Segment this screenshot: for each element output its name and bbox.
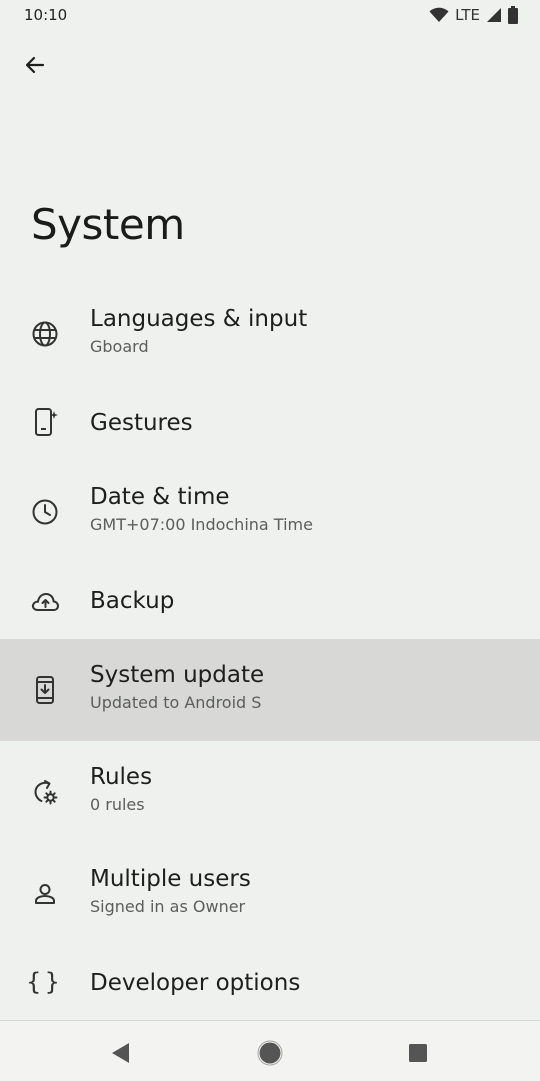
- battery-icon: [508, 6, 518, 24]
- person-icon: [30, 879, 60, 909]
- braces-icon: {}: [26, 968, 64, 996]
- settings-item-title: Developer options: [90, 970, 301, 996]
- settings-item-gestures[interactable]: Gestures: [0, 385, 540, 461]
- settings-item-backup[interactable]: Backup: [0, 563, 540, 639]
- settings-item-date-time[interactable]: Date & time GMT+07:00 Indochina Time: [0, 461, 540, 563]
- page-title: System: [31, 200, 185, 249]
- nav-home-button[interactable]: [252, 1035, 288, 1071]
- status-time: 10:10: [24, 6, 68, 24]
- status-bar: 10:10 LTE: [0, 0, 540, 32]
- nav-back-icon: [112, 1043, 129, 1063]
- navigation-bar: [0, 1020, 540, 1081]
- signal-icon: [487, 8, 501, 22]
- wifi-icon: [429, 7, 449, 22]
- settings-list: Languages & input Gboard Gestures Date &…: [0, 283, 540, 1021]
- settings-item-subtitle: GMT+07:00 Indochina Time: [90, 515, 313, 534]
- status-icons: LTE: [429, 5, 518, 25]
- settings-item-text: Gestures: [90, 409, 193, 437]
- settings-item-languages[interactable]: Languages & input Gboard: [0, 283, 540, 385]
- settings-item-text: System update Updated to Android S: [90, 661, 264, 714]
- rules-icon: [30, 777, 60, 807]
- settings-item-text: Date & time GMT+07:00 Indochina Time: [90, 483, 313, 536]
- settings-item-developer-options[interactable]: {} Developer options: [0, 945, 540, 1021]
- settings-item-text: Languages & input Gboard: [90, 305, 307, 358]
- gestures-icon: [30, 407, 60, 437]
- settings-item-title: Languages & input: [90, 306, 308, 332]
- settings-item-title: Gestures: [90, 410, 193, 436]
- settings-item-rules[interactable]: Rules 0 rules: [0, 741, 540, 843]
- settings-item-text: Multiple users Signed in as Owner: [90, 865, 251, 918]
- back-button[interactable]: [16, 46, 54, 84]
- nav-home-icon: [257, 1040, 283, 1066]
- settings-item-title: System update: [90, 662, 265, 688]
- network-type-label: LTE: [455, 6, 480, 24]
- settings-item-system-update[interactable]: System update Updated to Android S: [0, 639, 540, 741]
- arrow-back-icon: [25, 56, 45, 74]
- system-update-icon: [30, 675, 60, 705]
- globe-icon: [30, 319, 60, 349]
- settings-item-text: Developer options: [90, 969, 300, 997]
- settings-item-title: Multiple users: [90, 866, 251, 892]
- nav-recents-button[interactable]: [400, 1035, 436, 1071]
- settings-item-subtitle: Updated to Android S: [90, 693, 262, 712]
- cloud-upload-icon: [30, 587, 60, 617]
- nav-recents-icon: [409, 1044, 427, 1062]
- nav-back-button[interactable]: [103, 1035, 139, 1071]
- clock-icon: [30, 497, 60, 527]
- settings-item-text: Backup: [90, 587, 174, 615]
- settings-item-title: Backup: [90, 588, 175, 614]
- settings-item-title: Rules: [90, 764, 153, 790]
- settings-item-subtitle: Gboard: [90, 337, 149, 356]
- settings-item-title: Date & time: [90, 484, 230, 510]
- settings-item-text: Rules 0 rules: [90, 763, 152, 816]
- settings-item-subtitle: Signed in as Owner: [90, 897, 246, 916]
- settings-item-multiple-users[interactable]: Multiple users Signed in as Owner: [0, 843, 540, 945]
- settings-item-subtitle: 0 rules: [90, 795, 145, 814]
